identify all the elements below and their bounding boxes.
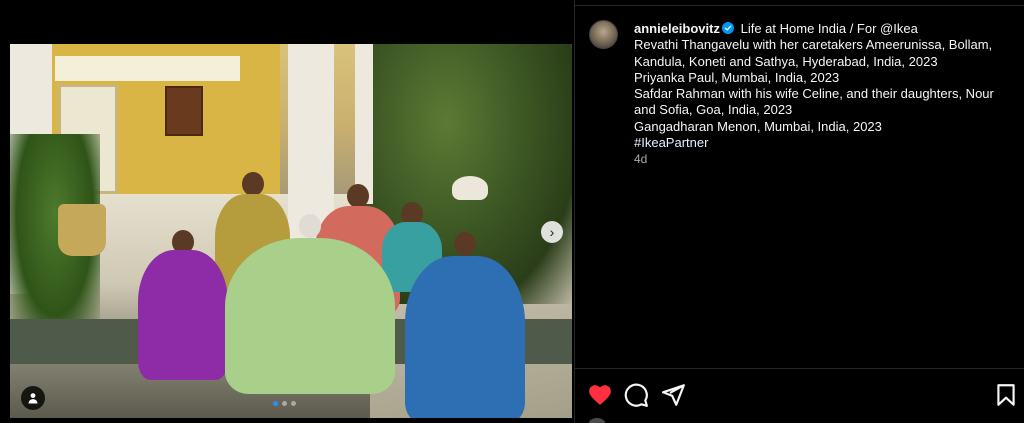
- caption-line: Priyanka Paul, Mumbai, India, 2023: [634, 69, 840, 85]
- photo-pot: [58, 204, 106, 256]
- post-caption: annieleibovitz Life at Home India / For …: [634, 21, 1014, 168]
- comment-icon[interactable]: [623, 382, 649, 408]
- chevron-right-icon[interactable]: ›: [541, 221, 563, 243]
- photo-person: [138, 230, 228, 380]
- paper-plane-icon[interactable]: [660, 382, 686, 408]
- caption-line: Gangadharan Menon, Mumbai, India, 2023: [634, 118, 882, 134]
- heart-icon[interactable]: [587, 382, 613, 408]
- photo-pillar: [355, 44, 373, 204]
- carousel-dot: [282, 401, 287, 406]
- caption-line: Revathi Thangavelu with her caretakers A…: [634, 37, 993, 53]
- verified-badge-icon: [721, 22, 734, 34]
- caption-title: Life at Home India / For @Ikea: [740, 21, 918, 36]
- post-sidebar: annieleibovitz Life at Home India / For …: [575, 6, 1024, 423]
- carousel-indicator: [273, 401, 296, 406]
- post-timestamp[interactable]: 4d: [634, 151, 1014, 167]
- user-tag-icon[interactable]: [21, 386, 45, 410]
- caption-line: Safdar Rahman with his wife Celine, and …: [634, 86, 994, 102]
- bookmark-icon[interactable]: [993, 382, 1019, 408]
- carousel-dot: [273, 401, 278, 406]
- caption-line: and Sofia, Goa, India, 2023: [634, 102, 793, 118]
- photo-urn: [452, 176, 488, 200]
- photo-window: [55, 56, 240, 81]
- post-actions: [575, 380, 1024, 410]
- post-media-pane: ›: [0, 0, 574, 423]
- avatar[interactable]: [589, 20, 618, 49]
- photo-painting: [165, 86, 203, 136]
- actions-divider: [575, 368, 1024, 369]
- photo-person: [405, 232, 525, 418]
- username-link[interactable]: annieleibovitz: [634, 21, 720, 36]
- post-photo[interactable]: [10, 44, 572, 418]
- next-comment-avatar: [589, 418, 605, 423]
- hashtag-link[interactable]: #IkeaPartner: [634, 135, 1014, 151]
- photo-person: [225, 214, 395, 394]
- caption-line: Kandula, Koneti and Sathya, Hyderabad, I…: [634, 53, 938, 69]
- carousel-dot: [291, 401, 296, 406]
